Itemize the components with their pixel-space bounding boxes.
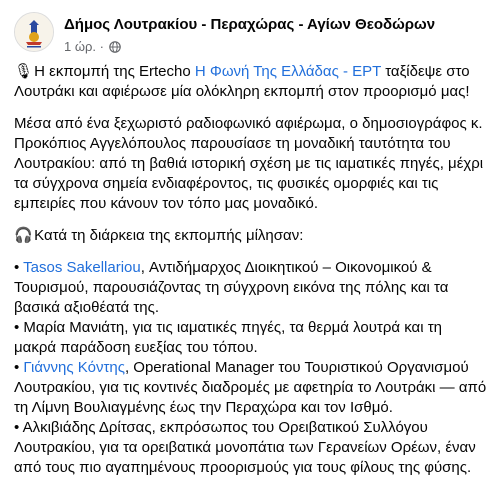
microphone-icon: 🎙 — [14, 63, 34, 80]
avatar[interactable] — [14, 12, 54, 52]
post-timestamp[interactable]: 1 ώρ. — [64, 39, 96, 54]
speaker-item: • Tasos Sakellariou, Αντιδήμαρχος Διοικη… — [14, 259, 449, 316]
speaker-item: • Γιάννης Κόντης, Operational Manager το… — [14, 359, 487, 416]
municipality-logo-icon — [15, 13, 53, 51]
post-header: Δήμος Λουτρακίου - Περαχώρας - Αγίων Θεο… — [14, 12, 494, 56]
post-paragraph-speakers-intro: 🎧 Κατά τη διάρκεια της εκπομπής μίλησαν: — [14, 227, 304, 244]
speaker-item: • Μαρία Μανιάτη, για τις ιαματικές πηγές… — [14, 319, 442, 356]
post-message: 🎙 Η εκπομπή της Ertecho Η Φωνή Της Ελλάδ… — [14, 62, 488, 478]
post-paragraph-intro: 🎙 Η εκπομπή της Ertecho Η Φωνή Της Ελλάδ… — [14, 63, 470, 100]
facebook-post: Δήμος Λουτρακίου - Περαχώρας - Αγίων Θεο… — [0, 0, 500, 483]
headphones-icon: 🎧 — [14, 227, 33, 244]
post-paragraph-description: Μέσα από ένα ξεχωριστό ραδιοφωνικό αφιέρ… — [14, 115, 484, 212]
meta-separator: · — [99, 39, 104, 55]
post-meta: 1 ώρ. · — [64, 38, 121, 54]
page-mention-link[interactable]: Η Φωνή Της Ελλάδας - ΕΡΤ — [195, 63, 381, 80]
globe-icon[interactable] — [108, 40, 121, 53]
page-name-link[interactable]: Δήμος Λουτρακίου - Περαχώρας - Αγίων Θεο… — [64, 16, 435, 33]
speaker-item: • Αλκιβιάδης Δρίτσας, εκπρόσωπος του Ορε… — [14, 419, 476, 476]
person-mention-link[interactable]: Tasos Sakellariou — [23, 259, 141, 276]
person-mention-link[interactable]: Γιάννης Κόντης — [23, 359, 125, 376]
